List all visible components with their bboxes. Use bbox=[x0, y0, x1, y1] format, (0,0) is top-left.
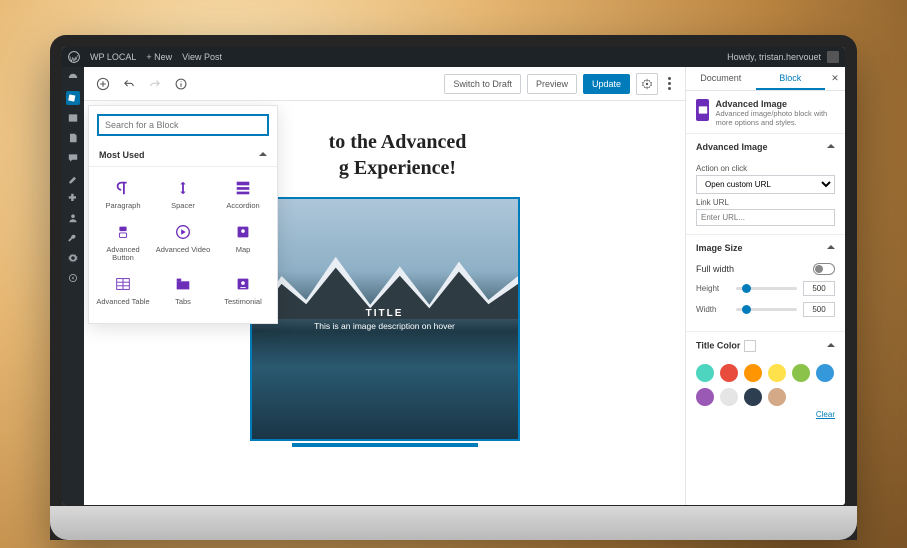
block-map[interactable]: Map bbox=[213, 217, 273, 269]
block-spacer[interactable]: Spacer bbox=[153, 173, 213, 217]
chevron-up-icon bbox=[259, 150, 267, 160]
rail-collapse-icon[interactable] bbox=[66, 271, 80, 285]
block-testimonial[interactable]: Testimonial bbox=[213, 269, 273, 313]
undo-button[interactable] bbox=[120, 75, 138, 93]
info-button[interactable] bbox=[172, 75, 190, 93]
color-swatches bbox=[696, 360, 835, 410]
color-swatch[interactable] bbox=[720, 364, 738, 382]
block-resize-handle[interactable] bbox=[292, 443, 478, 447]
width-value[interactable]: 500 bbox=[803, 302, 835, 317]
block-paragraph[interactable]: Paragraph bbox=[93, 173, 153, 217]
add-block-button[interactable] bbox=[94, 75, 112, 93]
block-search-input[interactable] bbox=[97, 114, 269, 136]
block-advanced-table[interactable]: Advanced Table bbox=[93, 269, 153, 313]
new-link[interactable]: + New bbox=[146, 52, 172, 62]
color-swatch[interactable] bbox=[768, 388, 786, 406]
rail-pages-icon[interactable] bbox=[66, 131, 80, 145]
switch-to-draft-button[interactable]: Switch to Draft bbox=[444, 74, 521, 94]
panel-image-size[interactable]: Image Size bbox=[686, 234, 845, 261]
action-on-click-select[interactable]: Open custom URL bbox=[696, 175, 835, 194]
height-slider[interactable] bbox=[736, 287, 797, 290]
color-swatch[interactable] bbox=[696, 388, 714, 406]
redo-button[interactable] bbox=[146, 75, 164, 93]
block-description: Advanced image/photo block with more opt… bbox=[715, 109, 835, 127]
inserter-section-header[interactable]: Most Used bbox=[89, 144, 277, 167]
editor-area: Switch to Draft Preview Update Most Used bbox=[84, 67, 685, 505]
advanced-image-block[interactable]: TITLE This is an image description on ho… bbox=[250, 197, 520, 441]
avatar-icon[interactable] bbox=[827, 51, 839, 63]
rail-tools-icon[interactable] bbox=[66, 231, 80, 245]
more-options-button[interactable] bbox=[664, 77, 675, 90]
rail-plugins-icon[interactable] bbox=[66, 191, 80, 205]
site-name-link[interactable]: WP LOCAL bbox=[90, 52, 136, 62]
block-title: Advanced Image bbox=[715, 99, 835, 109]
block-accordion[interactable]: Accordion bbox=[213, 173, 273, 217]
color-swatch[interactable] bbox=[744, 388, 762, 406]
panel-advanced-image[interactable]: Advanced Image bbox=[686, 133, 845, 160]
height-label: Height bbox=[696, 284, 730, 293]
color-swatch[interactable] bbox=[792, 364, 810, 382]
rail-appearance-icon[interactable] bbox=[66, 171, 80, 185]
color-swatch[interactable] bbox=[720, 388, 738, 406]
block-type-icon bbox=[696, 99, 709, 121]
full-width-toggle[interactable] bbox=[813, 263, 835, 275]
wordpress-icon[interactable] bbox=[68, 51, 80, 63]
block-tabs[interactable]: Tabs bbox=[153, 269, 213, 313]
rail-settings-icon[interactable] bbox=[66, 251, 80, 265]
settings-sidebar: Document Block ✕ Advanced Image Advanced… bbox=[685, 67, 845, 505]
chevron-up-icon bbox=[827, 341, 835, 351]
rail-posts-icon[interactable] bbox=[66, 91, 80, 105]
block-inserter-popover: Most Used Paragraph Spacer Accordion Adv… bbox=[88, 105, 278, 324]
block-advanced-button[interactable]: Advanced Button bbox=[93, 217, 153, 269]
height-value[interactable]: 500 bbox=[803, 281, 835, 296]
color-swatch[interactable] bbox=[744, 364, 762, 382]
color-swatch[interactable] bbox=[816, 364, 834, 382]
preview-button[interactable]: Preview bbox=[527, 74, 577, 94]
view-post-link[interactable]: View Post bbox=[182, 52, 222, 62]
tab-block[interactable]: Block bbox=[756, 67, 826, 90]
width-slider[interactable] bbox=[736, 308, 797, 311]
action-on-click-label: Action on click bbox=[696, 164, 835, 173]
color-swatch[interactable] bbox=[696, 364, 714, 382]
link-url-input[interactable] bbox=[696, 209, 835, 226]
color-swatch[interactable] bbox=[768, 364, 786, 382]
link-url-label: Link URL bbox=[696, 198, 835, 207]
tab-document[interactable]: Document bbox=[686, 67, 756, 90]
title-color-sample bbox=[744, 340, 756, 352]
admin-menu-rail bbox=[62, 67, 84, 505]
chevron-up-icon bbox=[827, 243, 835, 253]
width-label: Width bbox=[696, 305, 730, 314]
editor-canvas[interactable]: Most Used Paragraph Spacer Accordion Adv… bbox=[84, 101, 685, 505]
panel-title-color[interactable]: Title Color bbox=[686, 331, 845, 360]
image-overlay-title: TITLE bbox=[366, 308, 404, 319]
clear-color-link[interactable]: Clear bbox=[816, 410, 835, 419]
editor-toolbar: Switch to Draft Preview Update bbox=[84, 67, 685, 101]
rail-comments-icon[interactable] bbox=[66, 151, 80, 165]
rail-dashboard-icon[interactable] bbox=[66, 71, 80, 85]
block-advanced-video[interactable]: Advanced Video bbox=[153, 217, 213, 269]
full-width-label: Full width bbox=[696, 264, 734, 274]
sidebar-close-button[interactable]: ✕ bbox=[825, 67, 845, 90]
rail-users-icon[interactable] bbox=[66, 211, 80, 225]
wp-admin-bar: WP LOCAL + New View Post Howdy, tristan.… bbox=[62, 47, 845, 67]
settings-gear-button[interactable] bbox=[636, 73, 658, 95]
howdy-text[interactable]: Howdy, tristan.hervouet bbox=[727, 52, 821, 62]
image-overlay-subtitle: This is an image description on hover bbox=[314, 321, 455, 331]
rail-media-icon[interactable] bbox=[66, 111, 80, 125]
chevron-up-icon bbox=[827, 142, 835, 152]
update-button[interactable]: Update bbox=[583, 74, 630, 94]
